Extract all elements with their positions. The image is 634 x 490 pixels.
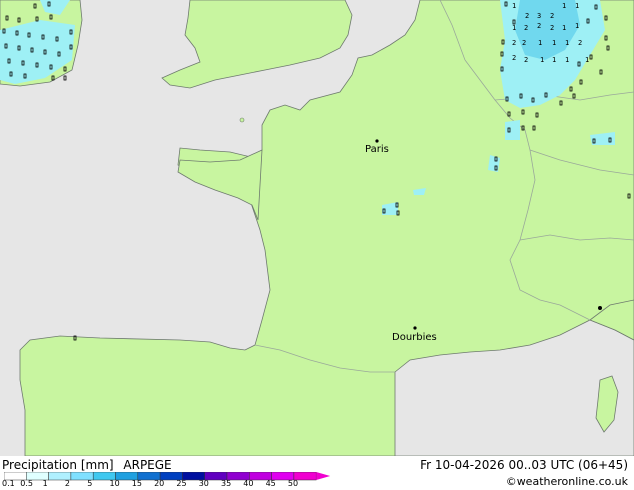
city-label-paris: Paris [365,144,389,155]
legend-label: 0.5 [20,479,34,488]
legend-label: 20 [154,479,165,488]
precip-value: 1 [565,56,569,64]
precip-value: 2 [525,12,529,20]
legend-label: 1 [42,479,48,488]
precip-value: 1 [575,22,579,30]
island-jersey [239,117,245,123]
footer-bar: Precipitation [mm] ARPEGE Fr 10-04-2026 … [0,456,634,490]
precip-value: 1 [512,2,516,10]
precip-value: 1 [562,2,566,10]
city-marker-nice [598,306,602,310]
precipitation-map: 12 3 21 11 2 2 2 1 12 2 1 1 1 22 2 1 1 1 1 Paris Dourbies [0,0,634,456]
precip-value: 1 [575,2,579,10]
legend-label: 5 [87,479,93,488]
legend-label: 15 [131,479,142,488]
precip-value: 2 [550,12,554,20]
precip-value: 2 [578,39,582,47]
precip-area-lux [505,120,520,140]
legend-label: 45 [265,479,276,488]
city-label-dourbies: Dourbies [392,332,437,343]
forecast-datetime: Fr 10-04-2026 00..03 UTC (06+45) [420,458,628,472]
precip-value: 2 [524,56,528,64]
precip-value: 2 [524,24,528,32]
legend-label: 50 [287,479,299,488]
precip-value: 2 [512,54,516,62]
precip-value: 2 [512,39,516,47]
precip-area-rhine [488,155,500,172]
legend-label: 30 [198,479,209,488]
precip-value: 2 [550,24,554,32]
precip-value: 1 [552,39,556,47]
precip-value: 1 [512,24,516,32]
precip-value: 1 [552,56,556,64]
precip-value: 1 [538,39,542,47]
legend-label: 25 [176,479,187,488]
precip-value: 1 [585,56,589,64]
precip-value: 1 [562,24,566,32]
legend-label: 0.1 [2,479,15,488]
legend-label: 35 [221,479,232,488]
precip-value: 3 [537,12,541,20]
credit-text: ©weatheronline.co.uk [505,475,628,488]
legend-label: 10 [109,479,120,488]
legend-label: 2 [64,479,70,488]
legend-label: 40 [243,479,254,488]
precip-value: 1 [565,39,569,47]
precip-value: 2 [537,22,541,30]
precip-value: 2 [522,39,526,47]
precip-value: 1 [540,56,544,64]
legend-labels: 0.1 0.5 1 2 5 10 15 20 25 30 35 40 45 50 [0,456,340,490]
